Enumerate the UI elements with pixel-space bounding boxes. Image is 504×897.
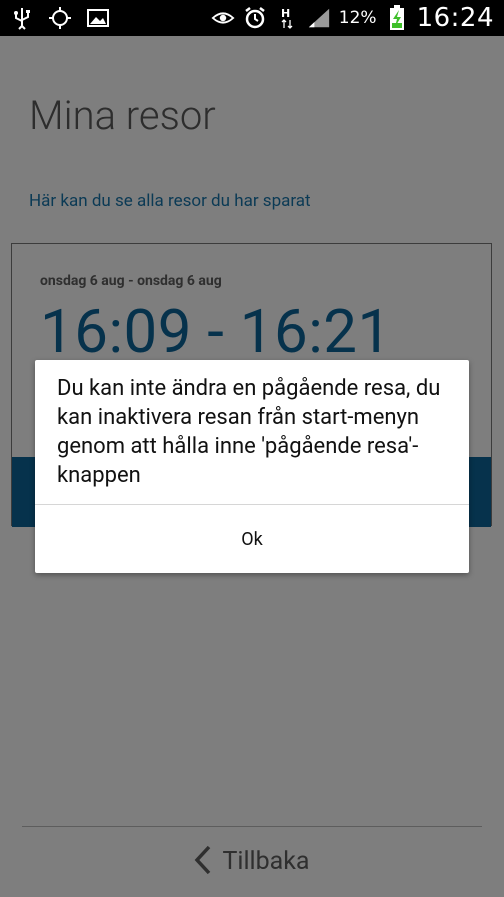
ok-button[interactable]: Ok xyxy=(35,505,469,573)
back-button[interactable]: Tillbaka xyxy=(0,826,504,897)
page-title: Mina resor xyxy=(29,92,216,139)
back-label: Tillbaka xyxy=(222,847,310,876)
signal-icon xyxy=(307,6,331,30)
battery-charging-icon xyxy=(385,5,409,30)
network-h-icon: H xyxy=(275,6,299,30)
alarm-icon xyxy=(243,6,267,30)
status-bar: H 12% 16:24 xyxy=(0,0,504,36)
eye-icon xyxy=(211,6,235,30)
trip-date-range: onsdag 6 aug - onsdag 6 aug xyxy=(40,273,222,289)
clock: 16:24 xyxy=(416,3,494,33)
battery-percent: 12% xyxy=(338,8,377,28)
chevron-left-icon xyxy=(194,845,212,879)
alert-dialog: Du kan inte ändra en pågående resa, du k… xyxy=(35,360,469,573)
trip-time-range: 16:09 - 16:21 xyxy=(40,296,392,367)
svg-text:H: H xyxy=(281,7,290,20)
dialog-message: Du kan inte ändra en pågående resa, du k… xyxy=(57,376,441,488)
gps-icon xyxy=(48,6,72,30)
page-subtitle: Här kan du se alla resor du har sparat xyxy=(29,191,311,211)
usb-icon xyxy=(10,6,34,30)
image-icon xyxy=(86,6,110,30)
